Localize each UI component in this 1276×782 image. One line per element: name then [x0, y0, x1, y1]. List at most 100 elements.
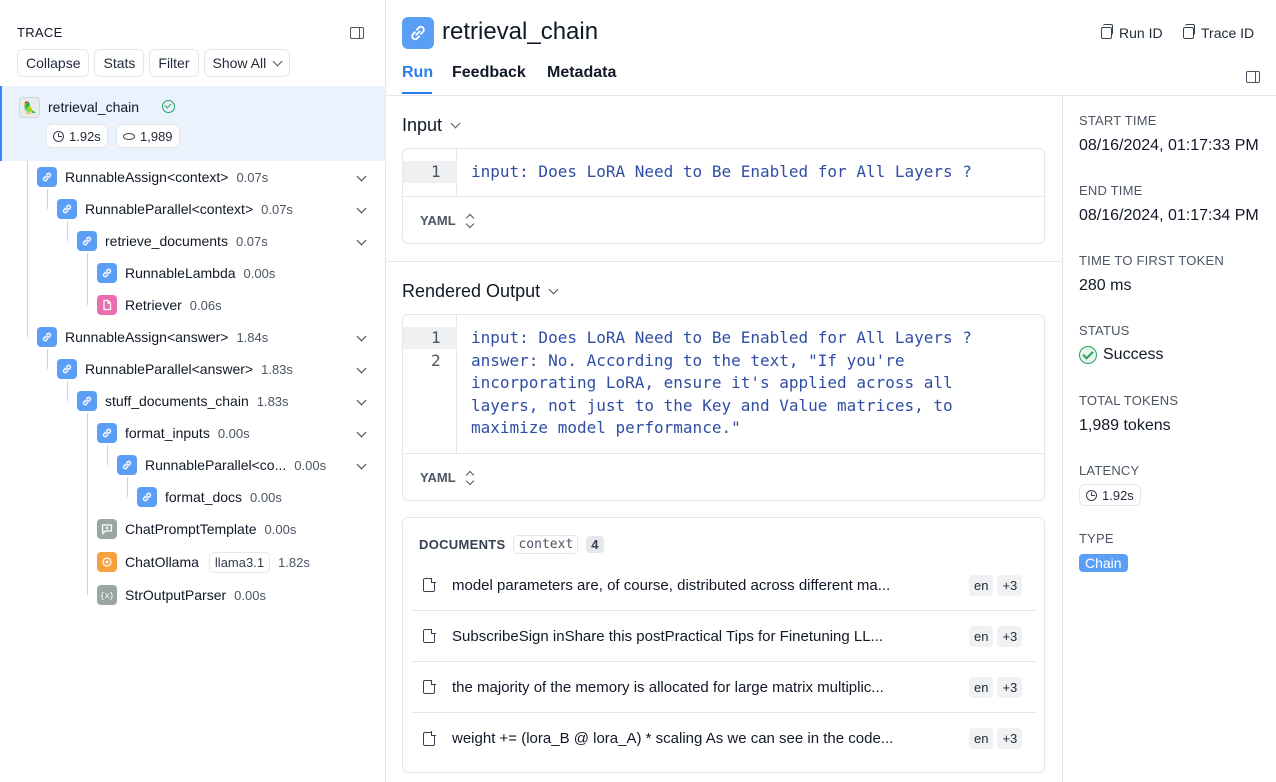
link-icon	[57, 199, 77, 219]
output-title: Rendered Output	[402, 281, 541, 301]
root-latency-badge: 1.92s	[46, 124, 108, 148]
trace-node[interactable]: ChatPromptTemplate 0.00s	[97, 517, 296, 541]
code-line[interactable]: input: Does LoRA Need to Be Enabled for …	[471, 162, 972, 181]
root-tokens-badge: 1,989	[116, 124, 180, 148]
tree-line	[47, 189, 48, 209]
trace-node[interactable]: {x} StrOutputParser 0.00s	[97, 583, 266, 607]
link-icon	[57, 359, 77, 379]
node-name: ChatPromptTemplate	[125, 521, 257, 537]
trace-title: TRACE	[17, 25, 63, 40]
details-panel-toggle-icon[interactable]	[1246, 71, 1260, 83]
tree-line	[107, 445, 108, 465]
more-badge[interactable]: +3	[997, 574, 1023, 596]
file-icon	[423, 731, 436, 746]
llm-icon	[97, 552, 117, 572]
node-name: RunnableParallel<answer>	[85, 361, 254, 377]
link-icon	[37, 167, 57, 187]
type-label: TYPE	[1079, 531, 1114, 546]
trace-node[interactable]: RunnableAssign<context> 0.07s	[37, 165, 268, 189]
format-selector[interactable]: YAML	[403, 453, 1044, 500]
trace-node[interactable]: RunnableParallel<context> 0.07s	[57, 197, 293, 221]
status-value: Success	[1079, 346, 1163, 364]
sidebar-toggle-icon[interactable]	[350, 27, 364, 39]
copy-icon	[1101, 24, 1113, 39]
node-name: Retriever	[125, 297, 182, 313]
parser-icon: {x}	[97, 585, 117, 605]
trace-node[interactable]: stuff_documents_chain 1.83s	[77, 389, 289, 413]
chevron-down-icon[interactable]	[356, 171, 367, 182]
show-all-label: Show All	[212, 55, 267, 71]
document-row[interactable]: the majority of the memory is allocated …	[411, 662, 1036, 713]
node-name: RunnableParallel<co...	[145, 457, 287, 473]
end-time-label: END TIME	[1079, 183, 1143, 198]
code-line[interactable]: layers, not just to the Key and Value ma…	[471, 396, 953, 415]
tree-line	[87, 413, 88, 595]
tab-feedback[interactable]: Feedback	[452, 64, 526, 82]
svg-text:{x}: {x}	[101, 591, 113, 600]
copy-run-id-button[interactable]: Run ID	[1101, 24, 1163, 41]
more-badge[interactable]: +3	[997, 728, 1023, 749]
chevron-down-icon[interactable]	[356, 395, 367, 406]
input-section-toggle[interactable]: Input	[402, 115, 461, 136]
tab-run[interactable]: Run	[402, 64, 433, 82]
trace-node[interactable]: retrieve_documents 0.07s	[77, 229, 268, 253]
chevron-down-icon[interactable]	[356, 459, 367, 470]
code-line[interactable]: input: Does LoRA Need to Be Enabled for …	[471, 328, 972, 347]
latency-badge: 1.92s	[1079, 484, 1141, 506]
output-code-box: 1 2 input: Does LoRA Need to Be Enabled …	[402, 314, 1045, 501]
code-line[interactable]: maximize model performance."	[471, 418, 741, 437]
node-name: retrieve_documents	[105, 233, 228, 249]
chevron-down-icon	[272, 56, 283, 66]
trace-node[interactable]: RunnableLambda 0.00s	[97, 261, 275, 285]
chevron-down-icon[interactable]	[356, 331, 367, 342]
line-number: 1	[431, 162, 441, 181]
document-row[interactable]: SubscribeSign inShare this postPractical…	[411, 611, 1036, 662]
trace-node[interactable]: RunnableParallel<co... 0.00s	[117, 453, 326, 477]
documents-header: DOCUMENTS context 4	[419, 535, 604, 554]
language-badge: en	[969, 574, 994, 596]
tab-metadata[interactable]: Metadata	[547, 64, 616, 82]
root-latency: 1.92s	[69, 128, 101, 144]
chevron-down-icon	[548, 284, 559, 295]
code-line[interactable]: incorporating LoRA, ensure it's applied …	[471, 373, 953, 392]
trace-node[interactable]: Retriever 0.06s	[97, 293, 222, 317]
node-time: 0.00s	[264, 521, 297, 537]
node-time: 0.07s	[261, 201, 293, 217]
output-section-toggle[interactable]: Rendered Output	[402, 281, 559, 302]
documents-count: 4	[586, 536, 604, 553]
node-name: format_docs	[165, 489, 243, 505]
chevron-down-icon[interactable]	[356, 363, 367, 374]
trace-node[interactable]: format_inputs 0.00s	[97, 421, 250, 445]
trace-panel: TRACE Collapse Stats Filter Show All 🦜 r…	[0, 0, 386, 782]
start-time-label: START TIME	[1079, 113, 1157, 128]
trace-node[interactable]: ChatOllama llama3.1 1.82s	[97, 549, 310, 575]
filter-button[interactable]: Filter	[149, 49, 199, 77]
show-all-dropdown[interactable]: Show All	[203, 49, 291, 77]
root-tokens: 1,989	[140, 128, 173, 144]
document-row[interactable]: model parameters are, of course, distrib…	[411, 560, 1036, 611]
collapse-button[interactable]: Collapse	[17, 49, 90, 77]
context-tag: context	[513, 535, 579, 554]
node-time: 1.83s	[261, 361, 293, 377]
more-badge[interactable]: +3	[997, 676, 1023, 698]
more-badge[interactable]: +3	[997, 625, 1023, 647]
code-line[interactable]: answer: No. According to the text, "If y…	[471, 351, 904, 370]
trace-node[interactable]: RunnableAssign<answer> 1.84s	[37, 325, 268, 349]
trace-node[interactable]: RunnableParallel<answer> 1.83s	[57, 357, 293, 381]
document-row[interactable]: weight += (lora_B @ lora_A) * scaling As…	[411, 713, 1036, 764]
trace-id-label: Trace ID	[1201, 25, 1255, 41]
stats-button[interactable]: Stats	[94, 49, 145, 77]
prompt-template-icon	[97, 519, 117, 539]
section-divider	[386, 261, 1062, 262]
format-label: YAML	[420, 470, 456, 485]
trace-root-row[interactable]: 🦜 retrieval_chain 1.92s 1,989	[0, 86, 385, 161]
chevron-down-icon[interactable]	[356, 235, 367, 246]
link-icon	[117, 455, 137, 475]
trace-node[interactable]: format_docs 0.00s	[137, 485, 282, 509]
chevron-down-icon[interactable]	[356, 427, 367, 438]
chevron-down-icon[interactable]	[356, 203, 367, 214]
copy-trace-id-button[interactable]: Trace ID	[1183, 24, 1255, 41]
language-badge: en	[969, 625, 994, 647]
format-selector[interactable]: YAML	[403, 196, 1044, 243]
trace-toolbar: Collapse Stats Filter Show All	[17, 49, 291, 77]
